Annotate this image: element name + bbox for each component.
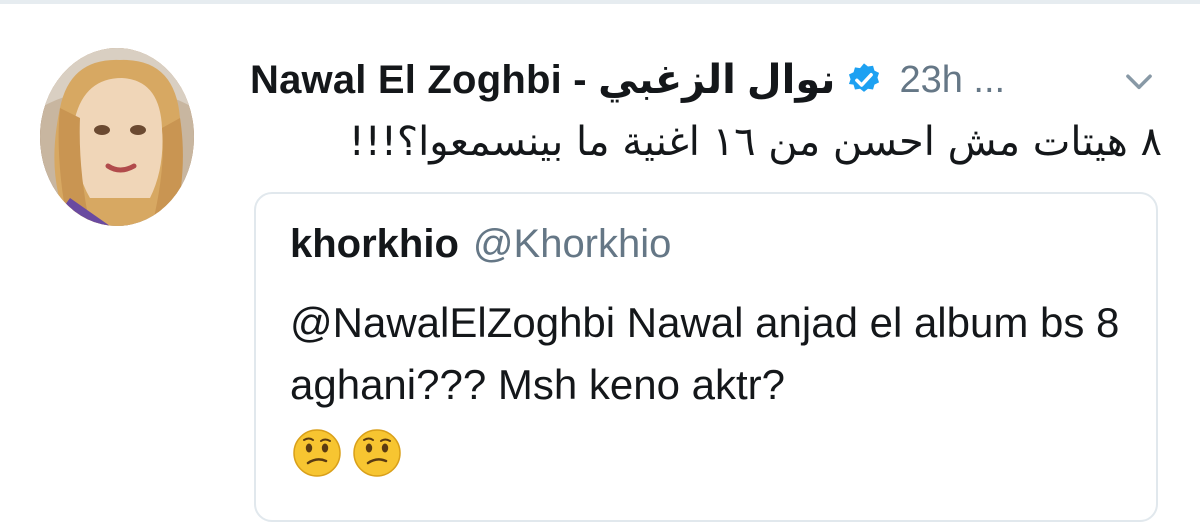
confused-face-emoji <box>352 428 402 478</box>
quoted-display-name: khorkhio <box>290 222 459 266</box>
quoted-handle: @Khorkhio <box>472 222 672 266</box>
tweet-header: Nawal El Zoghbi - نوال الزغبي 23h ... <box>250 48 1170 112</box>
quoted-author: khorkhio @Khorkhio <box>290 222 671 267</box>
quoted-text: @NawalElZoghbi Nawal anjad el album bs 8… <box>290 299 1120 408</box>
avatar[interactable] <box>40 48 194 226</box>
tweet-timestamp[interactable]: 23h ... <box>899 59 1005 102</box>
tweet-card[interactable]: Nawal El Zoghbi - نوال الزغبي 23h ... ٨ … <box>0 4 1200 522</box>
tweet-text: ٨ هيتات مش احسن من ١٦ اغنية ما بينسمعوا؟… <box>348 119 1162 165</box>
verified-badge-icon <box>845 61 883 99</box>
chevron-down-icon[interactable] <box>1120 62 1158 100</box>
confused-face-emoji <box>292 428 342 478</box>
emoji-row <box>292 428 402 478</box>
quoted-tweet[interactable]: khorkhio @Khorkhio @NawalElZoghbi Nawal a… <box>254 192 1158 522</box>
display-name[interactable]: Nawal El Zoghbi - نوال الزغبي <box>250 57 835 103</box>
